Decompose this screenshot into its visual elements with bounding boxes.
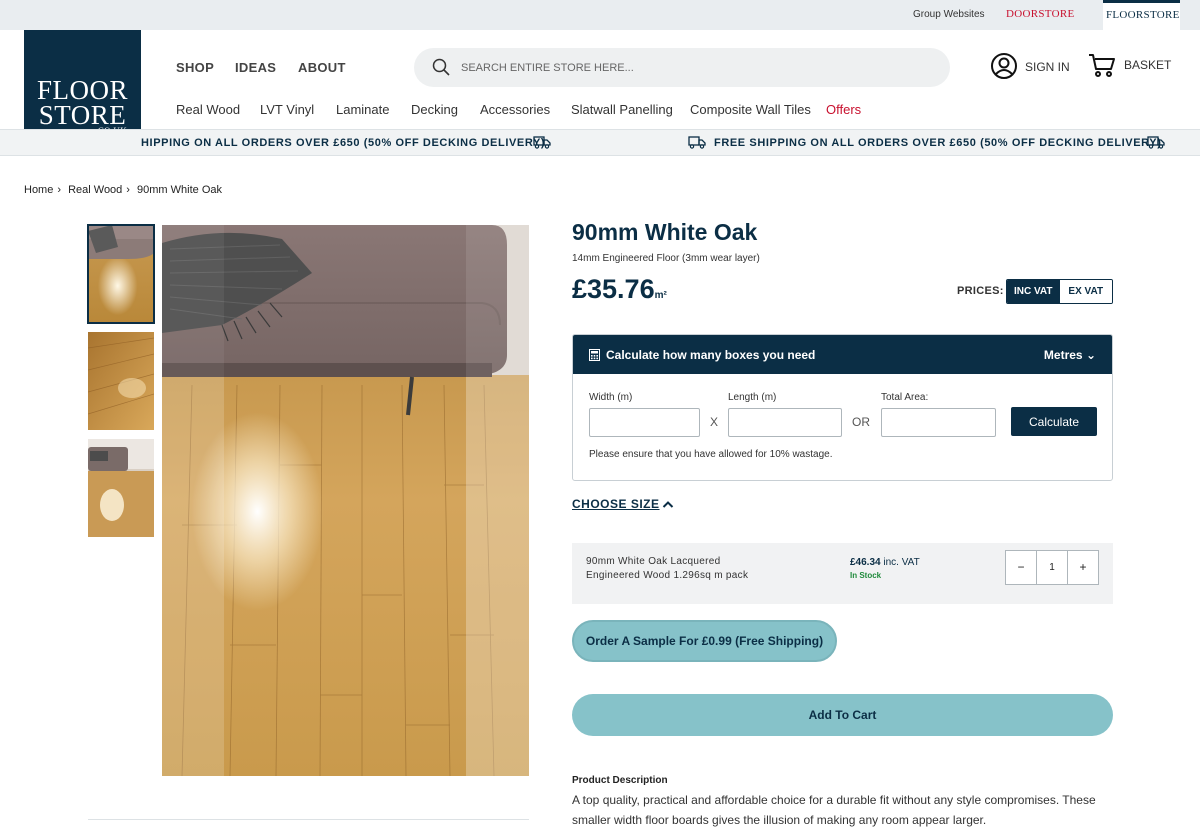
search-icon[interactable]	[432, 58, 450, 76]
shipping-message: FREE SHIPPING ON ALL ORDERS OVER £650 (5…	[714, 137, 1162, 149]
box-calculator: Calculate how many boxes you need Metres…	[572, 334, 1113, 481]
inc-vat-button[interactable]: INC VAT	[1007, 280, 1060, 303]
category-real-wood[interactable]: Real Wood	[176, 102, 240, 117]
group-websites-bar: Group Websites DOORSTORE FLOORSTORE	[0, 0, 1200, 30]
length-label: Length (m)	[728, 392, 777, 403]
search-bar	[414, 48, 950, 87]
product-description-heading: Product Description	[572, 775, 668, 786]
logo-line-2: STORE	[38, 100, 127, 130]
units-dropdown[interactable]: Metres ⌄	[1044, 348, 1096, 362]
breadcrumb-home[interactable]: Home	[24, 184, 53, 196]
truck-icon	[533, 136, 551, 149]
add-to-cart-button[interactable]: Add To Cart	[572, 694, 1113, 736]
product-thumbnail-2[interactable]	[88, 332, 154, 430]
category-accessories[interactable]: Accessories	[480, 102, 550, 117]
chevron-up-icon[interactable]	[662, 500, 674, 509]
shipping-banner: HIPPING ON ALL ORDERS OVER £650 (50% OFF…	[0, 129, 1200, 156]
truck-icon	[1147, 136, 1165, 149]
wastage-note: Please ensure that you have allowed for …	[589, 449, 833, 460]
truck-icon	[688, 136, 706, 149]
quantity-increase-button[interactable]: +	[1068, 551, 1098, 584]
chevron-down-icon: ⌄	[1085, 348, 1096, 362]
total-area-label: Total Area:	[881, 392, 929, 403]
logo-line-1: FLOOR	[36, 75, 128, 105]
cart-icon	[1089, 54, 1115, 77]
quantity-decrease-button[interactable]: −	[1006, 551, 1036, 584]
category-lvt-vinyl[interactable]: LVT Vinyl	[260, 102, 314, 117]
calculator-icon	[589, 349, 600, 361]
floor-photo-thumbnail	[88, 332, 154, 430]
nav-about[interactable]: ABOUT	[298, 60, 346, 75]
price-value: £35.76	[572, 274, 655, 304]
product-title: 90mm White Oak	[572, 219, 758, 245]
product-description-text: A top quality, practical and affordable …	[572, 793, 1096, 827]
category-laminate[interactable]: Laminate	[336, 102, 389, 117]
size-option-name: 90mm White Oak Lacquered Engineered Wood…	[586, 555, 748, 583]
category-decking[interactable]: Decking	[411, 102, 458, 117]
size-option-row: 90mm White Oak Lacquered Engineered Wood…	[572, 543, 1113, 604]
width-input[interactable]	[589, 408, 700, 437]
quantity-value[interactable]: 1	[1036, 551, 1068, 584]
size-option-price-suffix: inc. VAT	[883, 557, 920, 568]
size-option-price-value: £46.34	[850, 557, 881, 568]
order-sample-button[interactable]: Order A Sample For £0.99 (Free Shipping)	[572, 620, 837, 662]
units-value: Metres	[1043, 348, 1083, 362]
product-main-image[interactable]	[162, 225, 529, 776]
size-option-name-line-1: 90mm White Oak Lacquered	[586, 556, 721, 567]
ex-vat-button[interactable]: EX VAT	[1059, 280, 1112, 303]
floorstore-tab[interactable]: FLOORSTORE	[1103, 0, 1180, 30]
room-photo-thumbnail	[88, 439, 154, 537]
calculate-button[interactable]: Calculate	[1011, 407, 1097, 436]
category-slatwall-panelling[interactable]: Slatwall Panelling	[571, 102, 673, 117]
floorstore-link[interactable]: FLOORSTORE	[1106, 9, 1180, 21]
nav-ideas[interactable]: IDEAS	[235, 60, 276, 75]
prices-label: PRICES:	[957, 285, 1004, 297]
choose-size-toggle[interactable]: CHOOSE SIZE	[572, 497, 660, 511]
breadcrumb-real-wood[interactable]: Real Wood	[68, 184, 122, 196]
doorstore-link[interactable]: DOORSTORE	[1006, 8, 1075, 20]
white-oak-floor-photo	[162, 225, 529, 776]
shipping-message: HIPPING ON ALL ORDERS OVER £650 (50% OFF…	[141, 137, 546, 149]
breadcrumb-current: 90mm White Oak	[137, 184, 222, 196]
product-subtitle: 14mm Engineered Floor (3mm wear layer)	[572, 253, 760, 264]
quantity-stepper: − 1 +	[1005, 550, 1099, 585]
sign-in-label: SIGN IN	[1025, 60, 1070, 74]
multiply-separator: X	[710, 415, 719, 429]
width-label: Width (m)	[589, 392, 633, 403]
price-unit: m²	[654, 290, 667, 301]
calculator-header[interactable]: Calculate how many boxes you need Metres…	[573, 335, 1112, 374]
size-option-price: £46.34 inc. VAT	[850, 557, 920, 568]
category-offers[interactable]: Offers	[826, 102, 861, 117]
breadcrumb: Home › Real Wood › 90mm White Oak	[24, 184, 226, 196]
floor-photo-thumbnail	[88, 225, 154, 323]
length-input[interactable]	[728, 408, 842, 437]
size-option-name-line-2: Engineered Wood 1.296sq m pack	[586, 570, 749, 581]
basket-label: BASKET	[1124, 58, 1172, 72]
user-icon	[991, 53, 1017, 79]
breadcrumb-separator: ›	[126, 184, 130, 196]
search-input[interactable]	[461, 58, 921, 77]
or-separator: OR	[852, 415, 870, 429]
divider	[88, 819, 529, 820]
product-thumbnail-3[interactable]	[88, 439, 154, 537]
product-price: £35.76m²	[572, 274, 667, 305]
product-thumbnail-1[interactable]	[87, 224, 155, 324]
total-area-input[interactable]	[881, 408, 996, 437]
stock-status: In Stock	[850, 571, 882, 580]
category-composite-wall-tiles[interactable]: Composite Wall Tiles	[690, 102, 811, 117]
nav-shop[interactable]: SHOP	[176, 60, 214, 75]
calculator-heading: Calculate how many boxes you need	[606, 348, 816, 362]
breadcrumb-separator: ›	[57, 184, 62, 196]
group-websites-label: Group Websites	[913, 9, 985, 20]
vat-toggle: INC VAT EX VAT	[1006, 279, 1113, 304]
